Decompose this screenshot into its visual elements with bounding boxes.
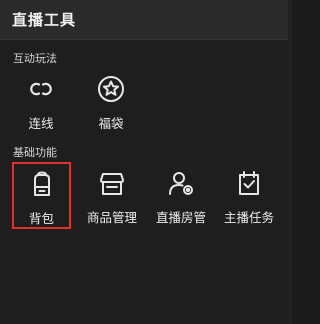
backpack-icon: [27, 169, 57, 199]
tool-label: 福袋: [98, 116, 124, 131]
scrollbar[interactable]: [288, 0, 292, 324]
tool-room-manager[interactable]: 直播房管: [150, 168, 212, 232]
tool-label: 连线: [28, 116, 54, 131]
tool-lucky-bag[interactable]: 福袋: [81, 74, 141, 138]
section-title-basic: 基础功能: [13, 146, 57, 159]
tool-streamer-tasks[interactable]: 主播任务: [218, 168, 280, 232]
link-icon: [26, 74, 56, 104]
tool-link[interactable]: 连线: [11, 74, 71, 138]
tool-label: 主播任务: [223, 210, 274, 225]
panel-header: 直播工具: [0, 0, 292, 40]
panel-title: 直播工具: [12, 11, 77, 29]
user-settings-icon: [166, 168, 196, 198]
tool-product-management[interactable]: 商品管理: [81, 168, 143, 232]
store-icon: [97, 168, 127, 198]
task-check-icon: [234, 168, 264, 198]
live-tools-panel: 直播工具 互动玩法 连线 福袋 基础功能 背包 商品管理 直播房管 主播任务: [0, 0, 292, 324]
star-badge-icon: [96, 74, 126, 104]
tool-label: 商品管理: [86, 210, 137, 225]
tool-label: 背包: [28, 211, 54, 226]
section-title-interactive: 互动玩法: [13, 52, 57, 65]
tool-label: 直播房管: [155, 210, 206, 225]
tool-backpack[interactable]: 背包: [12, 162, 71, 229]
